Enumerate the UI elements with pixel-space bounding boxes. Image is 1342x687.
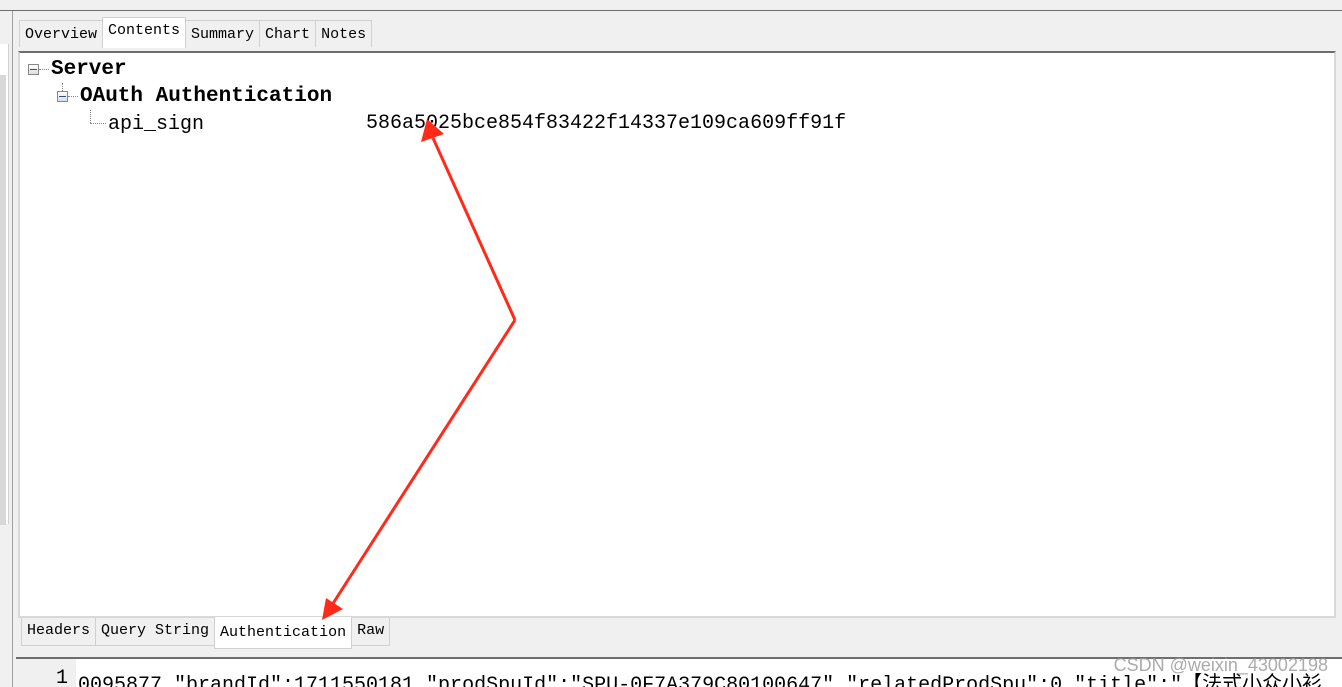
inspector-tabs: Overview Contents Summary Chart Notes <box>19 16 373 48</box>
tree-line <box>90 123 106 124</box>
tree-line <box>90 110 91 123</box>
window-divider <box>0 10 1342 11</box>
tab-headers[interactable]: Headers <box>21 618 97 646</box>
tab-authentication[interactable]: Authentication <box>214 617 353 649</box>
line-number: 1 <box>56 667 69 687</box>
tree-line <box>39 69 49 70</box>
tab-notes[interactable]: Notes <box>315 20 373 47</box>
watermark: CSDN @weixin_43002198 <box>1113 655 1328 675</box>
left-pane-scrollbar[interactable] <box>0 75 6 525</box>
tab-overview[interactable]: Overview <box>19 20 104 47</box>
tab-raw[interactable]: Raw <box>351 618 391 646</box>
collapse-oauth-icon[interactable] <box>57 91 68 102</box>
splitter[interactable] <box>12 11 13 687</box>
tree-leaf-key[interactable]: api_sign <box>108 113 204 136</box>
tab-summary[interactable]: Summary <box>185 20 261 47</box>
request-tabs: Headers Query String Authentication Raw <box>21 617 391 650</box>
tree-node-oauth[interactable]: OAuth Authentication <box>80 85 332 108</box>
tab-chart[interactable]: Chart <box>259 20 317 47</box>
contents-tree-panel: Server OAuth Authentication api_sign 586… <box>18 51 1336 618</box>
tab-query-string[interactable]: Query String <box>95 618 216 646</box>
collapse-server-icon[interactable] <box>28 64 39 75</box>
tree-leaf-value[interactable]: 586a5025bce854f83422f14337e109ca609ff91f <box>366 112 846 135</box>
tab-contents[interactable]: Contents <box>102 17 187 48</box>
tree-node-server[interactable]: Server <box>51 58 127 81</box>
tree-line <box>68 96 78 97</box>
